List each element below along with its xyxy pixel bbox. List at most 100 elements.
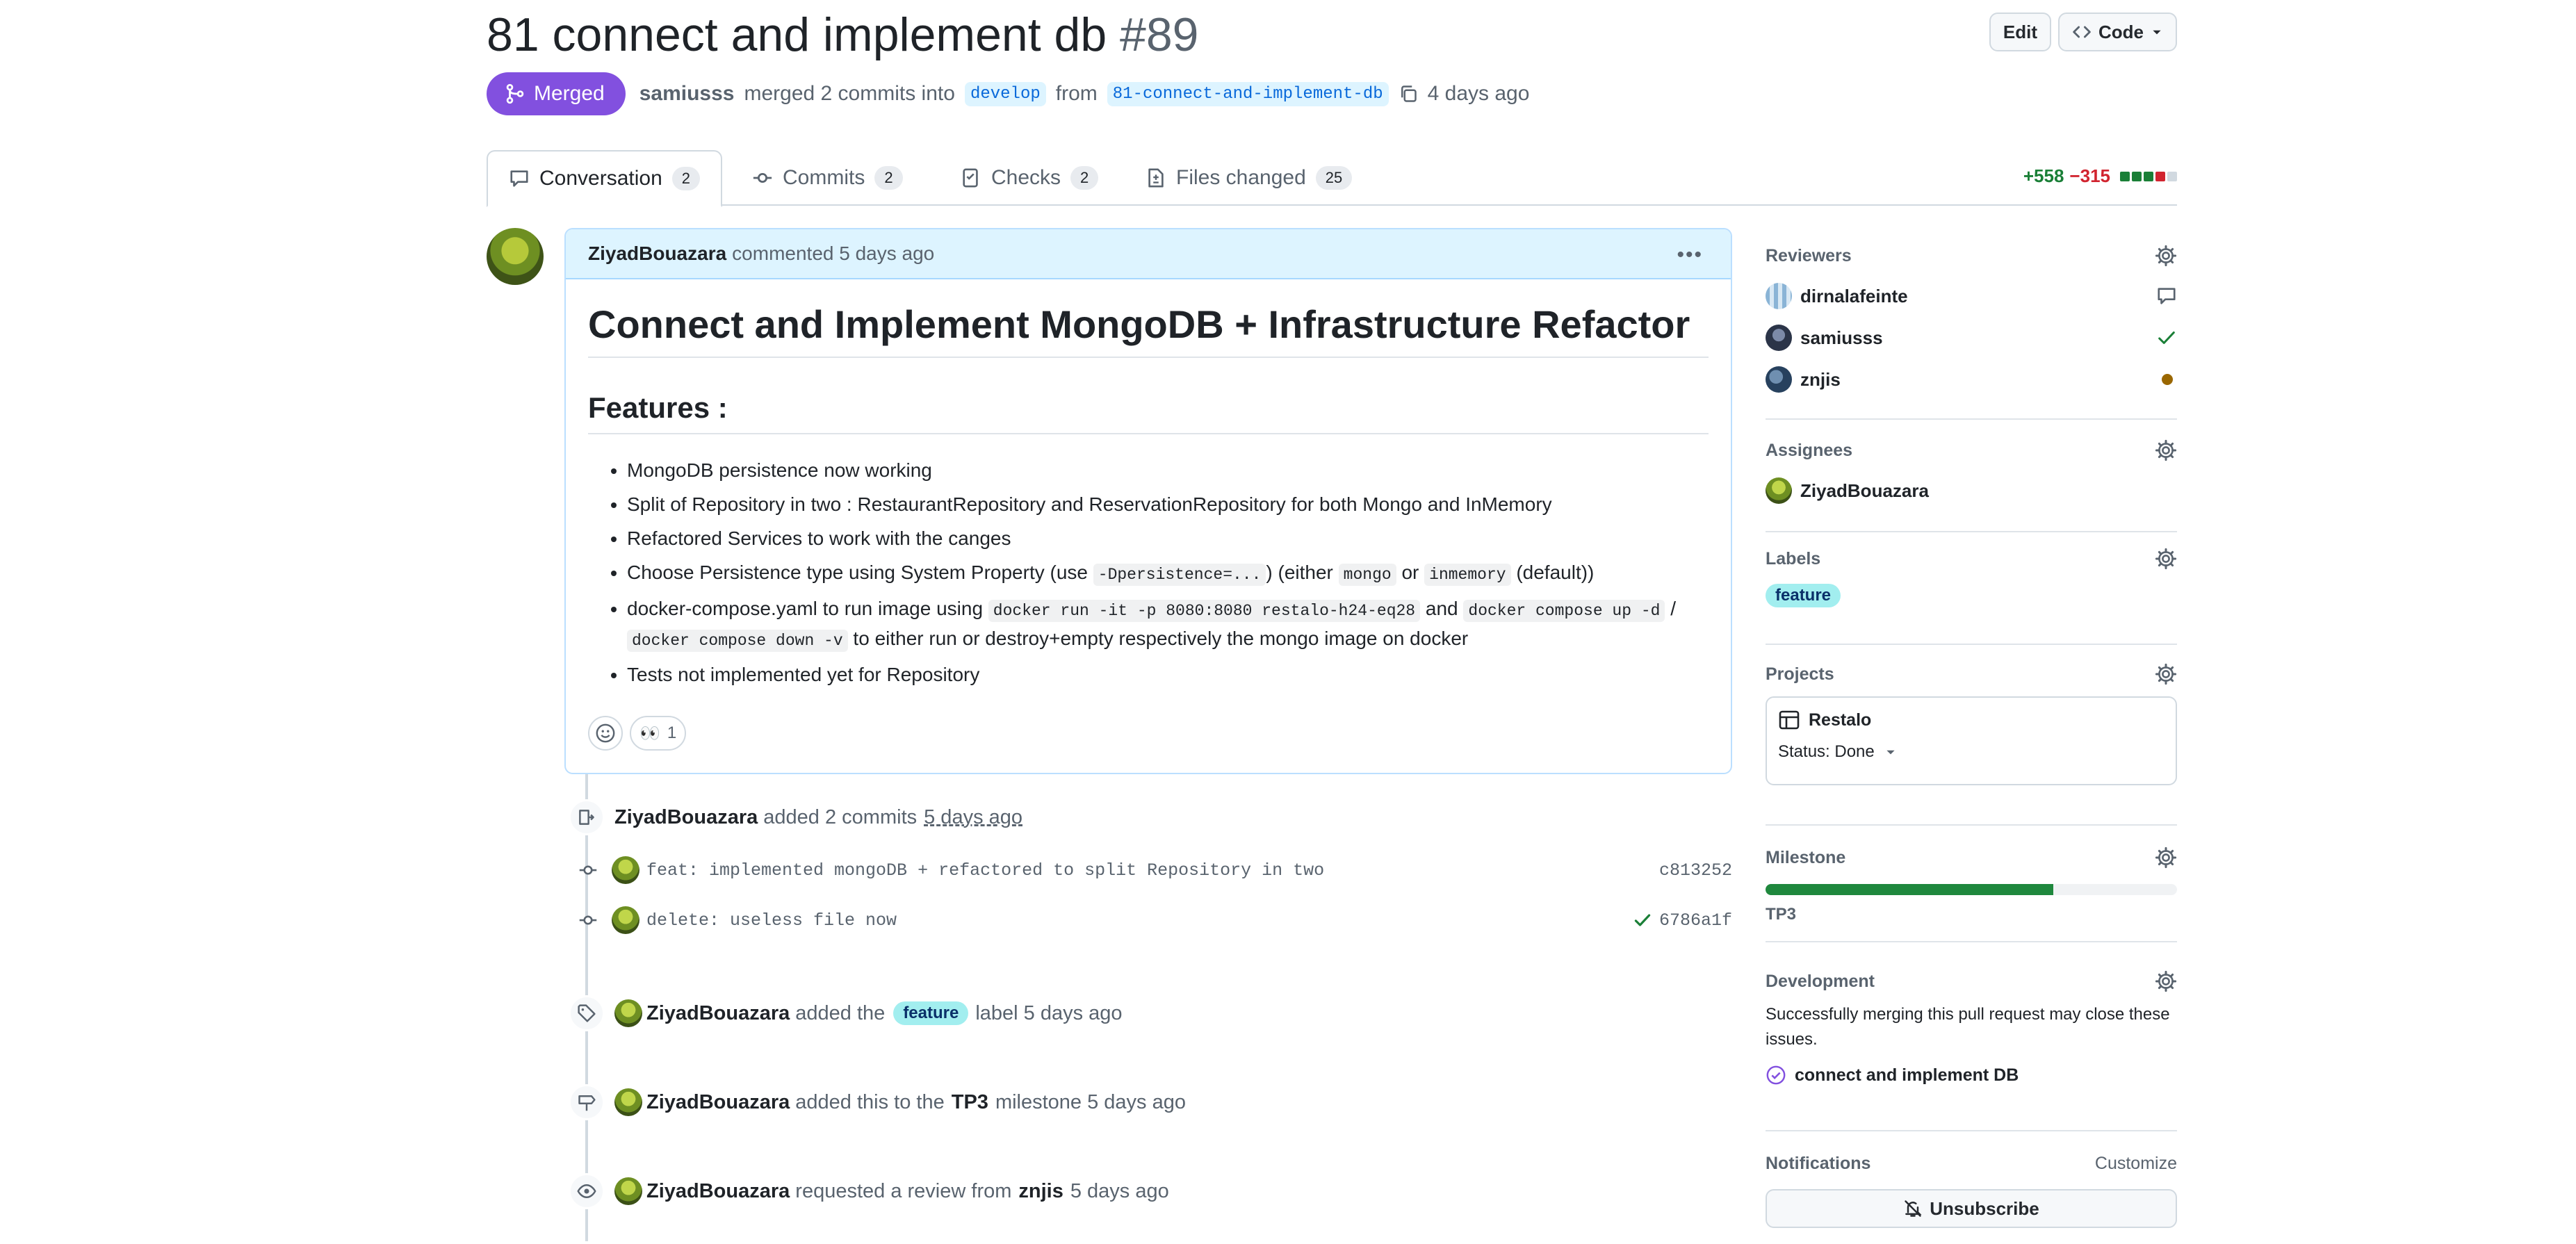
gear-icon[interactable] — [2155, 439, 2177, 461]
gear-icon[interactable] — [2155, 970, 2177, 992]
edit-button[interactable]: Edit — [1989, 13, 2051, 51]
tab-checks[interactable]: Checks 2 — [940, 150, 1119, 206]
event-author[interactable]: ZiyadBouazara — [646, 1091, 790, 1114]
comment-author[interactable]: ZiyadBouazara — [588, 243, 726, 265]
avatar[interactable] — [612, 856, 639, 884]
gear-icon[interactable] — [2155, 663, 2177, 685]
notifications-title: Notifications — [1766, 1154, 1871, 1173]
gear-icon[interactable] — [2155, 846, 2177, 869]
tab-counter: 25 — [1315, 166, 1353, 190]
features-list: MongoDB persistence now working Split of… — [588, 457, 1709, 689]
list-item: Tests not implemented yet for Repository — [627, 661, 1709, 689]
avatar — [1766, 283, 1792, 309]
gear-icon[interactable] — [2155, 548, 2177, 570]
pr-number: #89 — [1120, 8, 1199, 61]
commit-row: feat: implemented mongoDB + refactored t… — [569, 856, 1732, 884]
commit-sha[interactable]: c813252 — [1659, 860, 1732, 881]
milestone-link[interactable]: TP3 — [952, 1091, 988, 1114]
base-branch[interactable]: develop — [964, 81, 1046, 106]
tab-commits[interactable]: Commits 2 — [731, 150, 924, 206]
projects-title: Projects — [1766, 664, 1834, 684]
project-status-dropdown[interactable]: Status: Done — [1778, 742, 2165, 762]
tab-label: Checks — [991, 166, 1061, 189]
event-author[interactable]: ZiyadBouazara — [646, 1180, 790, 1203]
review-request-event: ZiyadBouazara requested a review from zn… — [569, 1173, 1169, 1209]
check-icon — [2156, 327, 2177, 348]
notifications-section: Notifications Customize Unsubscribe — [1766, 1147, 2177, 1244]
assignee-row[interactable]: ZiyadBouazara — [1766, 475, 2177, 506]
commit-message[interactable]: delete: useless file now — [646, 910, 897, 931]
event-author[interactable]: ZiyadBouazara — [646, 1002, 790, 1025]
sidebar-heading: Projects — [1766, 663, 2177, 685]
author-link[interactable]: samiusss — [639, 82, 735, 106]
milestone-progress-fill — [1766, 884, 2054, 895]
avatar — [1766, 325, 1792, 351]
tab-counter: 2 — [671, 167, 701, 190]
add-reaction-button[interactable] — [588, 716, 623, 751]
commit-message[interactable]: feat: implemented mongoDB + refactored t… — [646, 860, 1324, 881]
reviewer-row[interactable]: znjis — [1766, 364, 2177, 395]
code-icon — [2072, 22, 2092, 42]
kebab-menu-icon[interactable]: ••• — [1677, 243, 1703, 267]
avatar[interactable] — [614, 1088, 642, 1116]
commit-sha[interactable]: 6786a1f — [1633, 910, 1732, 931]
avatar — [1766, 477, 1792, 504]
diffstat-block — [2155, 171, 2165, 181]
label-feature[interactable]: feature — [893, 1001, 969, 1025]
push-icon — [569, 799, 605, 835]
reviewer-row[interactable]: dirnalafeinte — [1766, 281, 2177, 311]
avatar[interactable] — [614, 999, 642, 1027]
event-time[interactable]: 5 days ago — [924, 806, 1022, 829]
tab-conversation[interactable]: Conversation 2 — [487, 150, 723, 207]
event-author[interactable]: ZiyadBouazara — [614, 806, 758, 829]
head-branch[interactable]: 81-connect-and-implement-db — [1107, 81, 1389, 106]
avatar[interactable] — [487, 228, 544, 285]
commit-icon — [752, 167, 773, 188]
conversation-icon — [509, 168, 530, 189]
list-item: docker-compose.yaml to run image using d… — [627, 595, 1709, 655]
avatar[interactable] — [614, 1177, 642, 1205]
tab-files-changed[interactable]: Files changed 25 — [1125, 150, 1373, 206]
list-item: MongoDB persistence now working — [627, 457, 1709, 484]
comment-icon — [2156, 286, 2177, 306]
project-row[interactable]: Restalo — [1778, 709, 2165, 731]
item-text: or — [1396, 562, 1425, 583]
customize-link[interactable]: Customize — [2095, 1154, 2177, 1174]
inline-code: docker compose up -d — [1463, 600, 1665, 622]
reviewer-row[interactable]: samiusss — [1766, 322, 2177, 353]
pending-dot-icon — [2162, 374, 2173, 385]
item-text: to either run or destroy+empty respectiv… — [847, 628, 1469, 649]
labels-list: feature — [1766, 584, 2177, 607]
file-diff-icon — [1146, 167, 1166, 188]
copy-icon[interactable] — [1399, 84, 1418, 104]
pr-tabs: Conversation 2 Commits 2 Checks 2 Files … — [487, 150, 2177, 207]
reviewer-link[interactable]: znjis — [1018, 1180, 1063, 1203]
eyes-reaction-button[interactable]: 👀 1 — [630, 716, 687, 751]
diff-additions: +558 — [2023, 165, 2064, 186]
code-button-label: Code — [2098, 21, 2144, 42]
diffstat-block — [2132, 171, 2142, 181]
comment-meta: commented 5 days ago — [732, 243, 935, 264]
milestone-icon — [569, 1084, 605, 1120]
gear-icon[interactable] — [2155, 245, 2177, 267]
reviewer-name: znjis — [1800, 368, 1841, 390]
chevron-down-icon — [2151, 26, 2163, 38]
development-text: Successfully merging this pull request m… — [1766, 1005, 2170, 1049]
comment-heading: Connect and Implement MongoDB + Infrastr… — [588, 302, 1709, 358]
label-feature[interactable]: feature — [1766, 584, 1841, 607]
assignees-section: Assignees ZiyadBouazara — [1766, 439, 2177, 532]
code-button[interactable]: Code — [2058, 13, 2177, 51]
sidebar-heading: Reviewers — [1766, 245, 2177, 267]
linked-issue[interactable]: connect and implement DB — [1766, 1065, 2177, 1086]
project-card: Restalo Status: Done — [1766, 696, 2177, 785]
sidebar-heading: Development — [1766, 970, 2177, 992]
inline-code: mongo — [1338, 564, 1396, 586]
reaction-count: 1 — [667, 723, 677, 742]
tab-label: Conversation — [539, 167, 662, 190]
sidebar-heading: Notifications Customize — [1766, 1154, 2177, 1174]
avatar[interactable] — [612, 906, 639, 934]
reviewer-name: dirnalafeinte — [1800, 285, 1908, 306]
milestone-title: Milestone — [1766, 847, 1846, 867]
milestone-name[interactable]: TP3 — [1766, 905, 2177, 924]
unsubscribe-button[interactable]: Unsubscribe — [1766, 1189, 2177, 1228]
